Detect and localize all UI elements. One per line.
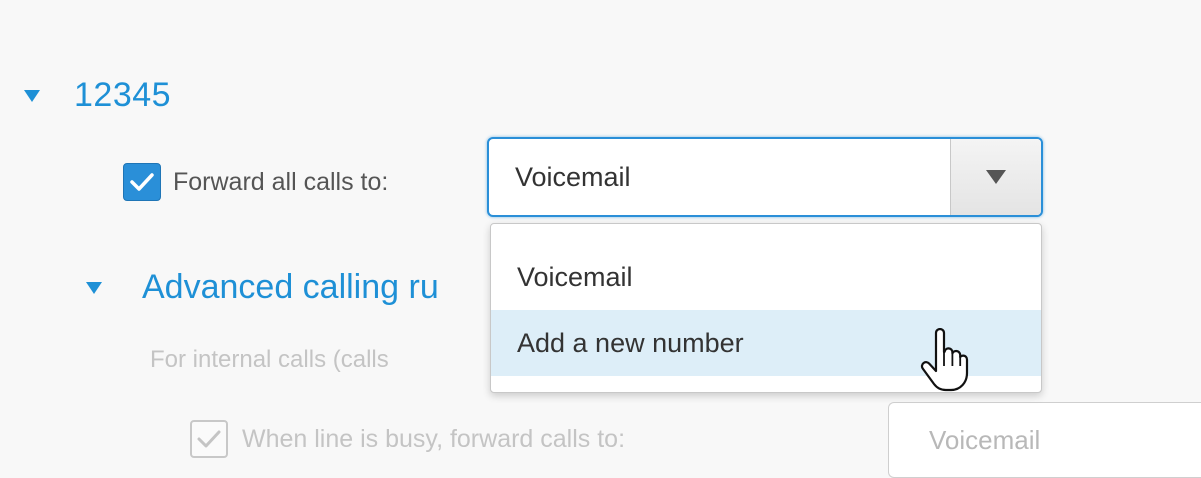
forward-all-label: Forward all calls to: xyxy=(173,167,389,196)
chevron-down-icon xyxy=(986,170,1006,184)
advanced-rules-title: Advanced calling ru xyxy=(142,268,439,306)
line-number-title: 12345 xyxy=(74,76,172,114)
busy-forward-select[interactable]: Voicemail xyxy=(888,402,1201,478)
internal-calls-label: For internal calls (calls xyxy=(150,346,389,373)
hand-pointer-icon xyxy=(920,328,969,392)
triangle-down-icon xyxy=(24,89,40,102)
forward-all-checkbox[interactable] xyxy=(123,163,161,201)
forward-target-select[interactable]: Voicemail xyxy=(487,137,1043,217)
forward-target-value: Voicemail xyxy=(515,161,631,192)
line-section-header[interactable]: 12345 xyxy=(24,76,171,115)
checkmark-icon xyxy=(197,430,221,448)
advanced-rules-header[interactable]: Advanced calling ru xyxy=(86,268,439,307)
busy-forward-checkbox[interactable] xyxy=(190,420,228,458)
busy-forward-value: Voicemail xyxy=(929,424,1041,455)
busy-forward-label: When line is busy, forward calls to: xyxy=(242,424,626,453)
dropdown-toggle-button[interactable] xyxy=(950,139,1041,215)
busy-forward-row: When line is busy, forward calls to: xyxy=(190,420,625,458)
checkmark-icon xyxy=(130,173,154,191)
call-forwarding-page: 12345 Forward all calls to: Voicemail Ad… xyxy=(0,0,1201,478)
dropdown-option-voicemail[interactable]: Voicemail xyxy=(491,244,1041,310)
forward-all-row: Forward all calls to: xyxy=(123,163,388,201)
triangle-down-icon xyxy=(86,281,102,294)
